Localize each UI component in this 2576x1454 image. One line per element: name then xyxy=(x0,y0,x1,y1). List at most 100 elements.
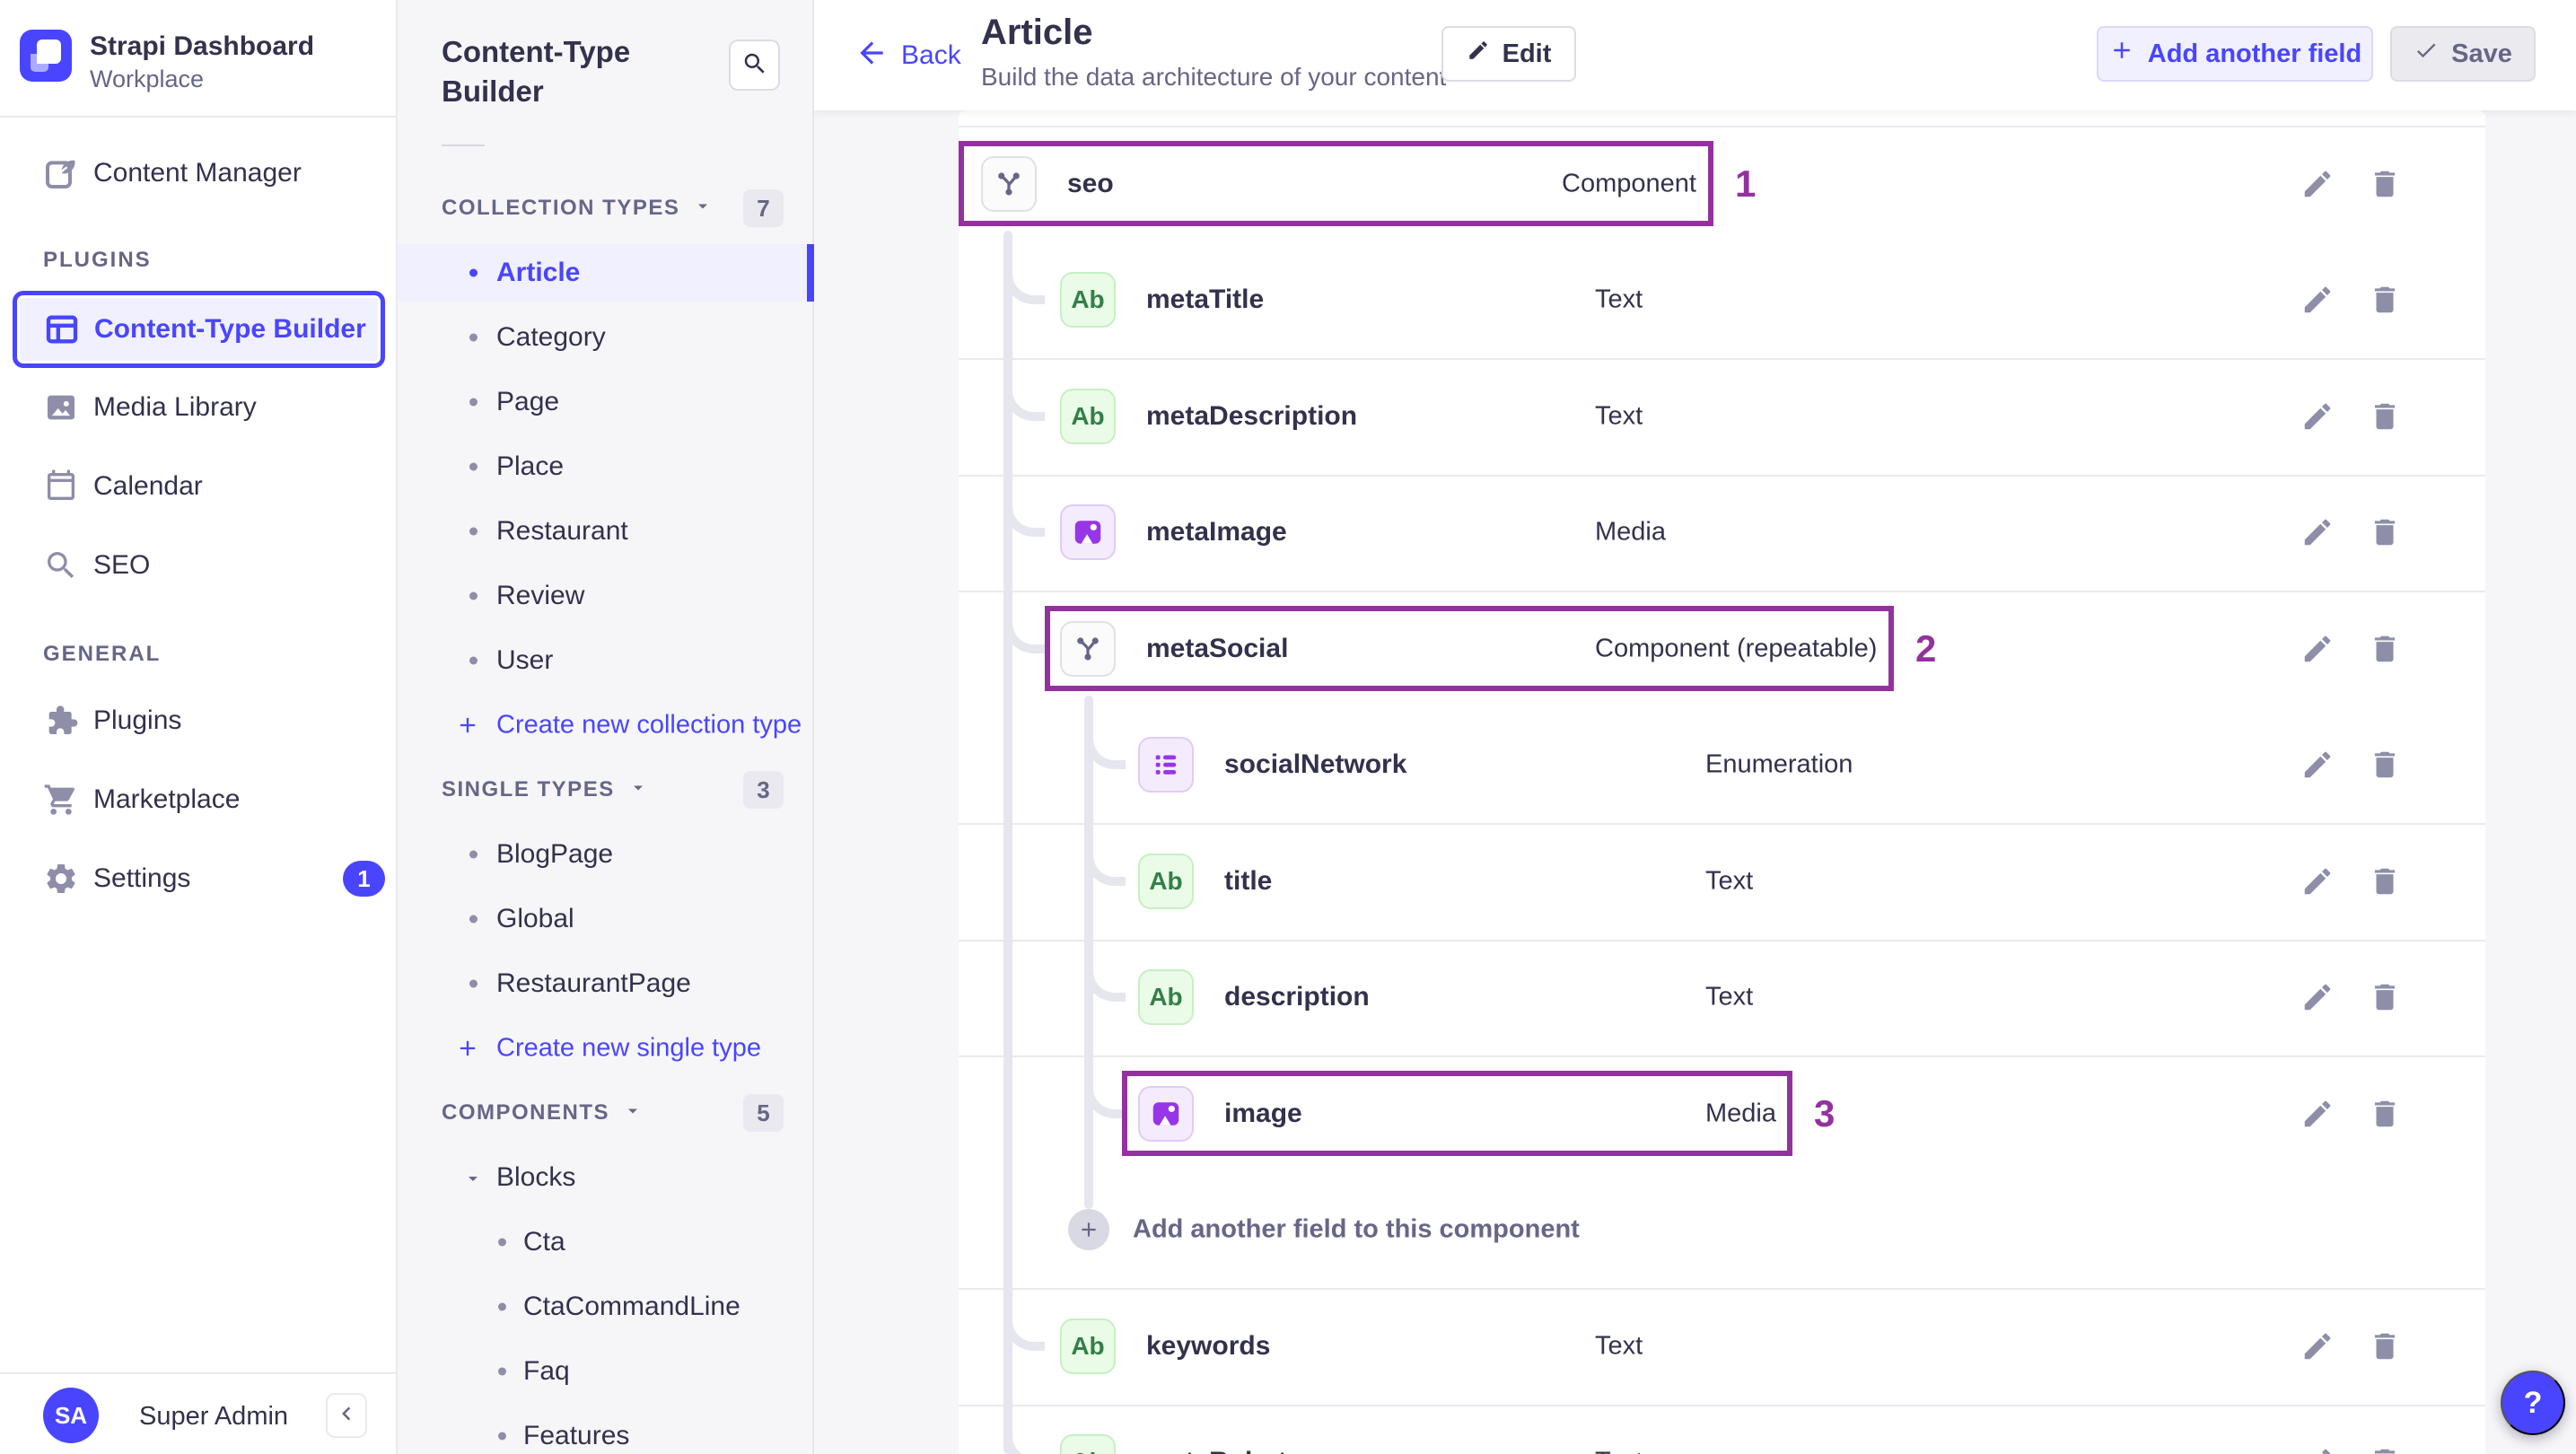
subnav-item-global[interactable]: Global xyxy=(398,887,814,951)
bullet-icon xyxy=(498,1367,506,1376)
delete-field-button[interactable] xyxy=(2365,397,2405,436)
subnav-item-label: BlogPage xyxy=(496,839,614,869)
add-another-field-button[interactable]: Add another field xyxy=(2097,26,2373,82)
subnav-item-page[interactable]: Page xyxy=(398,370,814,434)
avatar[interactable]: SA xyxy=(43,1388,99,1443)
collapse-sidebar-button[interactable] xyxy=(326,1393,367,1438)
subnav-item-cta[interactable]: Cta xyxy=(398,1210,814,1274)
edit-field-button[interactable] xyxy=(2298,1094,2337,1134)
annotation-box-2 xyxy=(1045,606,1894,691)
delete-field-button[interactable] xyxy=(2365,862,2405,901)
add-field-label[interactable]: Add another field to this component xyxy=(1133,1215,1580,1245)
save-button[interactable]: Save xyxy=(2390,26,2536,82)
subnav-divider xyxy=(442,145,485,146)
subnav-section-collection-types[interactable]: COLLECTION TYPES 7 xyxy=(398,176,814,241)
edit-field-button[interactable] xyxy=(2298,164,2337,204)
bullet-icon xyxy=(469,979,478,988)
puzzle-icon xyxy=(43,703,79,739)
edit-field-button[interactable] xyxy=(2298,745,2337,784)
edit-field-button[interactable] xyxy=(2298,977,2337,1017)
bullet-icon xyxy=(469,656,478,665)
edit-field-button[interactable] xyxy=(2298,1442,2337,1454)
component-group-blocks[interactable]: Blocks xyxy=(398,1145,814,1210)
sidebar-item-media-library[interactable]: Media Library xyxy=(0,368,398,447)
sidebar-item-marketplace[interactable]: Marketplace xyxy=(0,760,398,839)
add-field-button[interactable] xyxy=(1068,1209,1109,1251)
subnav-item-restaurantpage[interactable]: RestaurantPage xyxy=(398,951,814,1016)
text-icon: Ab xyxy=(1138,853,1194,909)
annotation-box-1 xyxy=(959,141,1713,226)
delete-field-button[interactable] xyxy=(2365,977,2405,1017)
subnav-section-components[interactable]: COMPONENTS 5 xyxy=(398,1081,814,1145)
edit-field-button[interactable] xyxy=(2298,280,2337,320)
arrow-left-icon xyxy=(854,36,889,74)
media-library-icon xyxy=(43,390,79,425)
edit-button[interactable]: Edit xyxy=(1441,26,1576,82)
delete-field-button[interactable] xyxy=(2365,1094,2405,1134)
media-icon xyxy=(1060,504,1116,561)
delete-field-button[interactable] xyxy=(2365,1327,2405,1366)
sidebar-section-general: GENERAL xyxy=(43,642,162,666)
back-link[interactable]: Back xyxy=(854,36,961,74)
field-row-socialNetwork: socialNetwork Enumeration xyxy=(959,707,2485,824)
help-button[interactable]: ? xyxy=(2501,1371,2565,1435)
text-icon: Ab xyxy=(1138,969,1194,1026)
sidebar-item-content-type-builder[interactable]: Content-Type Builder xyxy=(13,291,385,368)
annotation-number: 2 xyxy=(1915,626,1937,670)
subnav-item-category[interactable]: Category xyxy=(398,305,814,370)
delete-field-button[interactable] xyxy=(2365,745,2405,784)
delete-field-button[interactable] xyxy=(2365,1442,2405,1454)
subnav-item-features[interactable]: Features xyxy=(398,1404,814,1454)
create-link-label: Create new single type xyxy=(496,1033,761,1063)
search-button[interactable] xyxy=(729,39,780,91)
edit-field-button[interactable] xyxy=(2298,397,2337,436)
sidebar-item-content-manager[interactable]: Content Manager xyxy=(0,134,398,213)
sidebar-item-calendar[interactable]: Calendar xyxy=(0,447,398,526)
user-name[interactable]: Super Admin xyxy=(139,1402,288,1432)
subnav-item-ctacommandline[interactable]: CtaCommandLine xyxy=(398,1274,814,1339)
subnav-item-place[interactable]: Place xyxy=(398,434,814,499)
enumeration-icon xyxy=(1138,737,1194,793)
text-icon: Ab xyxy=(1060,388,1116,444)
bullet-icon xyxy=(469,268,478,277)
sidebar-item-label: Plugins xyxy=(93,705,182,735)
edit-field-button[interactable] xyxy=(2298,512,2337,552)
field-row-description: Ab description Text xyxy=(959,940,2485,1056)
subnav-item-restaurant[interactable]: Restaurant xyxy=(398,499,814,564)
subnav-item-blogpage[interactable]: BlogPage xyxy=(398,822,814,887)
create-link-create-new-collection-type[interactable]: Create new collection type xyxy=(398,693,814,758)
field-row-seo: seo Component 1 xyxy=(959,126,2485,242)
sidebar-section-plugins: PLUGINS xyxy=(43,248,152,272)
delete-field-button[interactable] xyxy=(2365,164,2405,204)
subnav-item-user[interactable]: User xyxy=(398,628,814,693)
subnav-item-faq[interactable]: Faq xyxy=(398,1339,814,1404)
subnav-item-article[interactable]: Article xyxy=(398,241,814,305)
edit-field-button[interactable] xyxy=(2298,629,2337,669)
edit-field-button[interactable] xyxy=(2298,1327,2337,1366)
content-type-builder-subnav: Content-Type Builder COLLECTION TYPES 7 Ar… xyxy=(398,0,814,1454)
edit-field-button[interactable] xyxy=(2298,862,2337,901)
save-label: Save xyxy=(2451,39,2512,68)
workspace-switcher[interactable]: Strapi Dashboard Workplace xyxy=(20,30,379,92)
sidebar-item-label: Content Manager xyxy=(93,158,302,188)
field-row-metaTitle: Ab metaTitle Text xyxy=(959,242,2485,359)
delete-field-button[interactable] xyxy=(2365,280,2405,320)
subnav-section-single-types[interactable]: SINGLE TYPES 3 xyxy=(398,758,814,822)
bullet-icon xyxy=(469,591,478,600)
plus-icon xyxy=(2108,37,2135,71)
group-label: Blocks xyxy=(496,1162,576,1192)
field-type: Media xyxy=(1595,517,1666,547)
delete-field-button[interactable] xyxy=(2365,512,2405,552)
sidebar-item-plugins[interactable]: Plugins xyxy=(0,681,398,760)
subnav-item-label: Page xyxy=(496,387,560,416)
create-link-create-new-single-type[interactable]: Create new single type xyxy=(398,1016,814,1081)
sidebar-item-label: SEO xyxy=(93,550,151,580)
sidebar-item-seo[interactable]: SEO xyxy=(0,526,398,605)
chevron-down-icon xyxy=(622,1100,644,1126)
main-sidebar: Strapi Dashboard Workplace Content Manag… xyxy=(0,0,398,1454)
gear-icon xyxy=(43,861,79,897)
delete-field-button[interactable] xyxy=(2365,629,2405,669)
bullet-icon xyxy=(469,527,478,536)
subnav-item-review[interactable]: Review xyxy=(398,564,814,628)
sidebar-item-settings[interactable]: Settings 1 xyxy=(0,839,398,918)
